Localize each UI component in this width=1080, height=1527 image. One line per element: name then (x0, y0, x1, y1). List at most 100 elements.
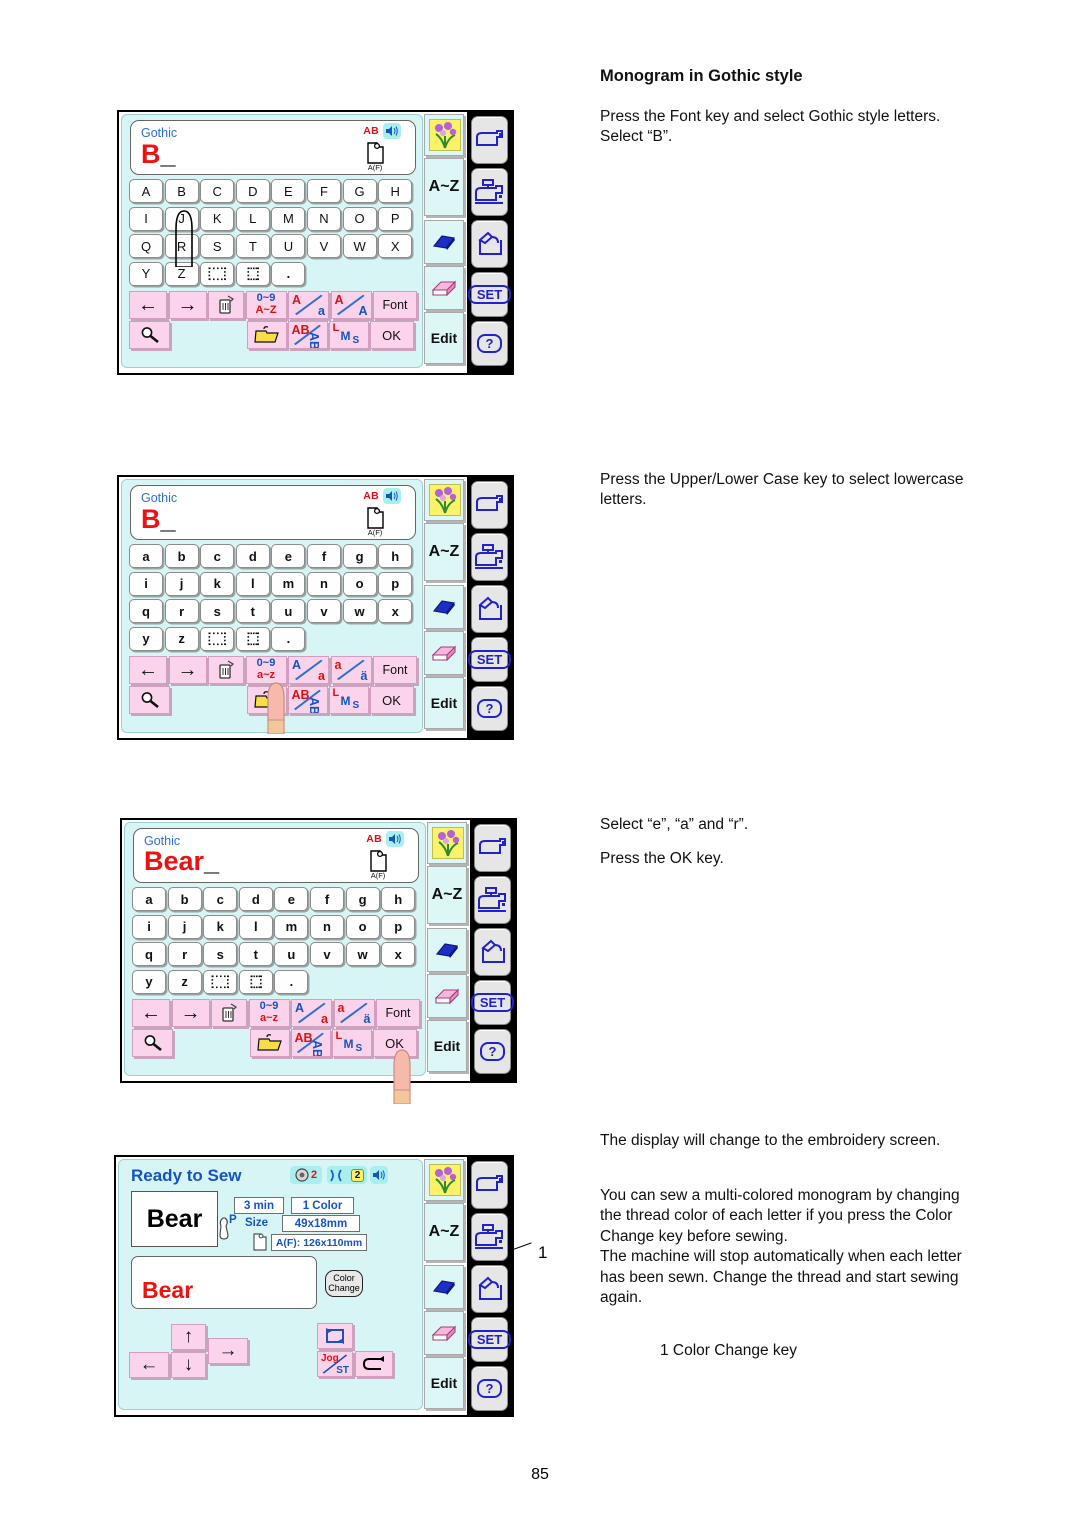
letter-key-q[interactable]: q (132, 942, 166, 966)
letter-size-toggle-key[interactable]: AA (330, 291, 372, 319)
hard-key-sewing-mode[interactable] (474, 824, 511, 872)
letter-key-c[interactable]: c (203, 887, 238, 911)
letter-key-.[interactable]: . (274, 969, 309, 994)
hard-key-embroidery-mode[interactable] (471, 168, 508, 216)
side-key-column-1[interactable]: A~Z Edit (424, 114, 466, 368)
upper-lower-case-toggle-key[interactable]: Aa (291, 999, 332, 1027)
letter-key-y[interactable]: y (132, 969, 166, 994)
side-key-erase-one[interactable] (424, 631, 464, 675)
letter-key-p[interactable]: p (381, 914, 416, 939)
letter-key-w[interactable]: w (342, 599, 377, 623)
hard-key-file-mode[interactable] (471, 1265, 508, 1313)
letter-key-u[interactable]: u (274, 942, 309, 966)
letter-key-a[interactable]: a (132, 887, 166, 911)
move-up-key[interactable]: ↑ (171, 1324, 206, 1350)
accent-toggle-key[interactable]: aä (330, 656, 372, 684)
letter-key-q[interactable]: q (129, 599, 163, 623)
cursor-right-key[interactable]: → (168, 291, 207, 319)
hard-key-help[interactable]: ? (471, 321, 508, 366)
letter-key-D[interactable]: D (235, 179, 270, 203)
side-key-column-3[interactable]: A~Z Edit (427, 822, 469, 1076)
return-key[interactable] (355, 1351, 393, 1377)
letter-key-o[interactable]: o (345, 914, 380, 939)
hard-key-set[interactable]: SET (467, 1317, 512, 1362)
open-file-key[interactable] (249, 1029, 290, 1057)
trace-key[interactable] (317, 1323, 353, 1349)
number-letter-toggle-key[interactable]: 0~9 A~Z (245, 291, 287, 319)
letter-key-x[interactable]: x (378, 599, 413, 623)
letter-key-C[interactable]: C (200, 179, 235, 203)
hard-key-sewing-mode[interactable] (471, 1161, 508, 1209)
letter-key-h[interactable]: h (381, 887, 416, 911)
letter-key-z[interactable]: z (164, 626, 199, 651)
space-narrow-key[interactable] (238, 969, 273, 994)
letter-key-E[interactable]: E (271, 179, 306, 203)
letter-key-H[interactable]: H (378, 179, 413, 203)
hard-key-embroidery-mode[interactable] (471, 533, 508, 581)
font-key[interactable]: Font (373, 291, 417, 319)
letter-key-r[interactable]: r (167, 942, 202, 966)
side-key-edit[interactable]: Edit (424, 1357, 464, 1409)
letter-key-P[interactable]: P (378, 206, 413, 231)
size-toggle-key[interactable]: LMS (328, 321, 369, 349)
hard-key-column-3[interactable]: SET? (470, 820, 515, 1081)
side-key-erase-all[interactable] (424, 585, 464, 629)
space-wide-key[interactable] (200, 261, 235, 286)
letter-key-m[interactable]: m (271, 571, 306, 596)
letter-key-g[interactable]: g (345, 887, 380, 911)
letter-key-l[interactable]: l (238, 914, 273, 939)
letter-key-b[interactable]: b (167, 887, 202, 911)
hard-key-file-mode[interactable] (474, 928, 511, 976)
upper-lower-case-toggle-key[interactable]: Aa (288, 656, 329, 684)
cursor-right-key[interactable]: → (171, 999, 210, 1027)
letter-key-k[interactable]: k (203, 914, 238, 939)
letter-key-a[interactable]: a (129, 544, 163, 568)
side-key-erase-one[interactable] (424, 1311, 464, 1355)
accent-toggle-key[interactable]: aä (333, 999, 375, 1027)
hard-key-file-mode[interactable] (471, 585, 508, 633)
jog-stitch-key[interactable]: Jog ST (317, 1351, 353, 1377)
hard-key-help[interactable]: ? (471, 686, 508, 731)
letter-key-V[interactable]: V (307, 234, 341, 258)
letter-key-W[interactable]: W (342, 234, 377, 258)
side-key-pattern-preview[interactable] (424, 114, 464, 156)
space-wide-key[interactable] (203, 969, 238, 994)
letter-key-A[interactable]: A (129, 179, 163, 203)
letter-key-p[interactable]: p (378, 571, 413, 596)
letter-key-Y[interactable]: Y (129, 261, 163, 286)
side-key-edit[interactable]: Edit (427, 1020, 467, 1072)
letter-key-i[interactable]: i (129, 571, 163, 596)
letter-key-G[interactable]: G (342, 179, 377, 203)
zoom-key[interactable] (129, 321, 170, 349)
letter-key-t[interactable]: t (235, 599, 270, 623)
hard-key-set[interactable]: SET (470, 980, 515, 1025)
letter-key-e[interactable]: e (274, 887, 309, 911)
letter-key-f[interactable]: f (310, 887, 344, 911)
letter-key-.[interactable]: . (271, 261, 306, 286)
side-key-edit[interactable]: Edit (424, 312, 464, 364)
side-key-erase-all[interactable] (427, 928, 467, 972)
letter-key-X[interactable]: X (378, 234, 413, 258)
letter-key-T[interactable]: T (235, 234, 270, 258)
letter-key-g[interactable]: g (342, 544, 377, 568)
letter-key-o[interactable]: o (342, 571, 377, 596)
letter-key-u[interactable]: u (271, 599, 306, 623)
side-key-column-2[interactable]: A~Z Edit (424, 479, 466, 733)
space-narrow-key[interactable] (235, 626, 270, 651)
hard-key-set[interactable]: SET (467, 272, 512, 317)
delete-key[interactable] (208, 656, 244, 684)
side-key-monogram-mode[interactable]: A~Z (424, 523, 464, 581)
move-left-key[interactable]: ← (129, 1352, 169, 1378)
side-key-pattern-preview[interactable] (424, 1159, 464, 1201)
open-file-key[interactable] (246, 321, 287, 349)
letter-key-t[interactable]: t (238, 942, 273, 966)
letter-key-z[interactable]: z (167, 969, 202, 994)
letter-key-c[interactable]: c (200, 544, 235, 568)
orientation-toggle-key[interactable]: AB AB (290, 1029, 331, 1057)
letter-key-.[interactable]: . (271, 626, 306, 651)
letter-key-h[interactable]: h (378, 544, 413, 568)
letter-key-b[interactable]: b (164, 544, 199, 568)
side-key-edit[interactable]: Edit (424, 677, 464, 729)
hard-key-sewing-mode[interactable] (471, 481, 508, 529)
space-narrow-key[interactable] (235, 261, 270, 286)
